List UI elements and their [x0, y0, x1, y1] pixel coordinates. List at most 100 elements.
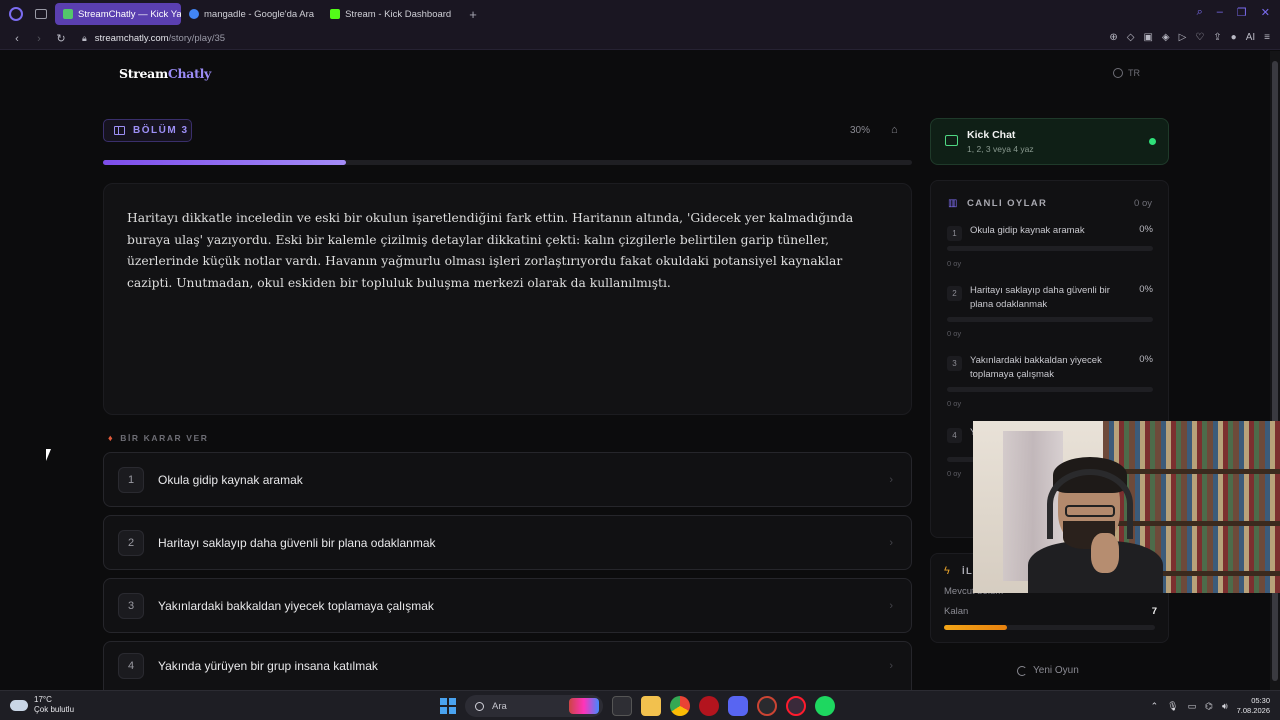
ai-icon[interactable]: AI: [1246, 32, 1255, 43]
task-view-icon[interactable]: [612, 696, 632, 716]
lock-icon: 🔒︎: [82, 33, 87, 43]
file-explorer-icon[interactable]: [641, 696, 661, 716]
volume-icon[interactable]: 🔊︎: [1222, 701, 1228, 712]
stats-remaining-label: Kalan: [944, 606, 969, 617]
vote-bar: [947, 317, 1153, 322]
chevron-right-icon: ›: [889, 599, 893, 612]
mouse-cursor-icon: [46, 449, 51, 461]
taskbar-search[interactable]: Ara: [465, 695, 603, 717]
chat-icon: [945, 135, 958, 146]
new-game-button[interactable]: Yeni Oyun: [1017, 665, 1079, 676]
streamchatly-favicon-icon: [63, 9, 73, 19]
choice-button-3[interactable]: 3 Yakınlardaki bakkaldan yiyecek toplama…: [103, 578, 912, 633]
stats-remaining-row: Kalan 7: [944, 606, 1157, 617]
vote-number: 1: [947, 226, 962, 241]
stats-remaining-value: 7: [1151, 606, 1157, 617]
opera-icon[interactable]: [786, 696, 806, 716]
minimize-icon[interactable]: –: [1217, 6, 1223, 19]
chapter-badge: BÖLÜM 3: [103, 119, 192, 142]
close-icon[interactable]: ✕: [1261, 6, 1270, 19]
maximize-icon[interactable]: ❐: [1237, 6, 1247, 19]
extension-icon[interactable]: ◇: [1127, 32, 1135, 43]
clock-date: 7.08.2026: [1236, 706, 1270, 715]
snapshot-icon[interactable]: ▣: [1143, 32, 1152, 43]
browser-tab-active[interactable]: StreamChatly — Kick Yayın: [55, 3, 181, 25]
kick-chat-card: Kick Chat 1, 2, 3 veya 4 yaz: [930, 118, 1169, 165]
vote-text: Okula gidip kaynak aramak: [970, 225, 1085, 236]
player-icon[interactable]: ▷: [1179, 32, 1187, 43]
browser-tab-google[interactable]: mangadle - Google'da Ara: [181, 3, 322, 25]
kick-chat-title: Kick Chat: [967, 129, 1016, 141]
chapter-label: BÖLÜM 3: [133, 125, 189, 136]
choice-text: Okula gidip kaynak aramak: [158, 472, 303, 487]
zoom-icon[interactable]: ⊕: [1109, 32, 1117, 43]
reload-icon[interactable]: ↻: [56, 32, 66, 45]
clock-time: 05:30: [1251, 696, 1270, 705]
vote-count: 0 oy: [947, 259, 962, 268]
url-path: /story/play/35: [168, 33, 226, 44]
share-icon[interactable]: ⇪: [1213, 32, 1221, 43]
kick-chat-subtitle: 1, 2, 3 veya 4 yaz: [967, 144, 1034, 154]
chevron-right-icon: ›: [889, 660, 893, 672]
display-icon[interactable]: ▭: [1188, 701, 1197, 712]
tab-label: mangadle - Google'da Ara: [204, 8, 315, 20]
network-icon[interactable]: ⌬: [1205, 701, 1213, 712]
windows-start-icon[interactable]: [440, 698, 456, 714]
url-field[interactable]: 🔒︎ streamchatly.com/story/play/35: [82, 33, 225, 44]
home-icon[interactable]: ⌂: [891, 124, 898, 136]
github-desktop-icon[interactable]: [757, 696, 777, 716]
cloud-icon: [10, 694, 28, 711]
discord-icon[interactable]: [728, 696, 748, 716]
choice-button-4[interactable]: 4 Yakında yürüyen bir grup insana katılm…: [103, 641, 912, 690]
new-game-label: Yeni Oyun: [1033, 665, 1079, 676]
forward-icon[interactable]: ›: [34, 33, 44, 45]
url-host: streamchatly.com: [94, 33, 169, 44]
story-progress-bar: [103, 160, 912, 165]
logo-text-part2: Chatly: [167, 66, 211, 81]
book-icon: [114, 126, 125, 135]
site-logo[interactable]: StreamChatly: [119, 66, 211, 81]
choice-number: 2: [118, 529, 144, 556]
vote-bar: [947, 387, 1153, 392]
progress-percent: 30%: [850, 125, 871, 136]
stats-progress-fill: [944, 625, 1008, 630]
page-scrollbar[interactable]: [1270, 51, 1280, 690]
profile-icon[interactable]: ●: [1231, 32, 1237, 43]
story-text: Haritayı dikkatle inceledin ve eski bir …: [127, 211, 854, 290]
chevron-up-icon[interactable]: ⌃: [1151, 701, 1159, 712]
weather-temp: 17°C: [34, 695, 52, 704]
choice-number: 4: [118, 653, 144, 679]
menu-icon[interactable]: ≡: [1264, 32, 1270, 43]
votes-title: CANLI OYLAR: [967, 198, 1048, 209]
stats-progress-bar: [944, 625, 1155, 630]
weather-desc: Çok bulutlu: [34, 705, 75, 714]
search-placeholder: Ara: [492, 700, 507, 712]
choice-button-2[interactable]: 2 Haritayı saklayıp daha güvenli bir pla…: [103, 515, 912, 570]
search-tabs-icon[interactable]: ⌕: [1197, 6, 1203, 19]
clock[interactable]: 05:30 7.08.2026: [1237, 696, 1270, 716]
opera-logo-icon[interactable]: [9, 7, 23, 21]
vote-count: 0 oy: [947, 399, 962, 408]
vote-number: 2: [947, 286, 962, 301]
choice-text: Haritayı saklayıp daha güvenli bir plana…: [158, 535, 436, 550]
language-switcher[interactable]: TR: [1113, 68, 1140, 78]
shield-icon[interactable]: ◈: [1162, 32, 1170, 43]
microphone-icon[interactable]: 🎙︎: [1167, 701, 1178, 712]
webcam-glasses: [1065, 505, 1115, 517]
heart-icon[interactable]: ♡: [1195, 32, 1204, 43]
vote-percent: 0%: [1139, 224, 1153, 235]
chrome-icon[interactable]: [670, 696, 690, 716]
tab-list-icon[interactable]: [35, 9, 47, 19]
spotify-icon[interactable]: [815, 696, 835, 716]
vote-percent: 0%: [1139, 284, 1153, 295]
weather-widget[interactable]: 17°C Çok bulutlu: [10, 694, 75, 715]
tab-label: StreamChatly — Kick Yayın: [78, 8, 181, 20]
choice-number: 3: [118, 592, 144, 619]
back-icon[interactable]: ‹: [12, 33, 22, 45]
browser-tab-kick[interactable]: Stream - Kick Dashboard: [322, 3, 459, 25]
app-red-icon[interactable]: [699, 696, 719, 716]
choice-button-1[interactable]: 1 Okula gidip kaynak aramak ›: [103, 452, 912, 507]
restart-icon: [1017, 665, 1027, 676]
new-tab-button[interactable]: +: [469, 7, 477, 22]
window-controls: ⌕ – ❐ ✕: [1197, 6, 1270, 19]
